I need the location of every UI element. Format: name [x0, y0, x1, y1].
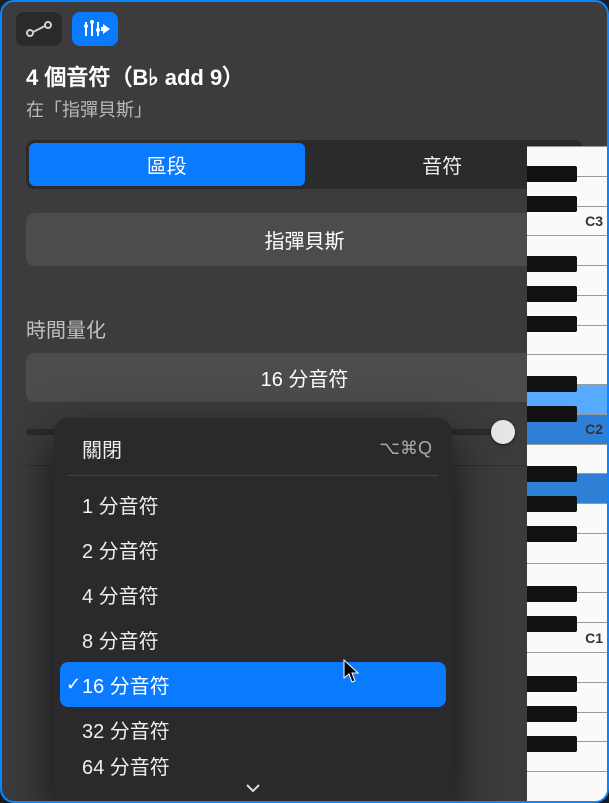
menu-more[interactable]: [54, 778, 452, 803]
menu-shortcut: ⌥⌘Q: [379, 438, 432, 459]
toolbar: [2, 2, 607, 54]
catch-button[interactable]: [72, 12, 118, 46]
menu-item-64[interactable]: 64 分音符: [54, 752, 452, 778]
black-key[interactable]: [527, 616, 577, 632]
black-key[interactable]: [527, 736, 577, 752]
automation-icon: [25, 20, 53, 38]
selection-subtitle: 在「指彈貝斯」: [2, 96, 607, 140]
piano-ruler[interactable]: C3 C2 C1: [527, 146, 607, 801]
black-key[interactable]: [527, 376, 577, 392]
white-key[interactable]: [527, 771, 607, 801]
black-key[interactable]: [527, 586, 577, 602]
menu-header[interactable]: 關閉 ⌥⌘Q: [54, 426, 452, 473]
quantize-value: 16 分音符: [40, 363, 569, 392]
menu-item-2[interactable]: 2 分音符: [54, 527, 452, 572]
menu-item-8[interactable]: 8 分音符: [54, 617, 452, 662]
menu-separator: [68, 475, 438, 476]
black-key[interactable]: [527, 706, 577, 722]
menu-item-4[interactable]: 4 分音符: [54, 572, 452, 617]
black-key[interactable]: [527, 286, 577, 302]
black-key[interactable]: [527, 676, 577, 692]
black-key[interactable]: [527, 526, 577, 542]
black-key[interactable]: [527, 466, 577, 482]
menu-item-16-label: 16 分音符: [82, 670, 170, 699]
black-key[interactable]: [527, 256, 577, 272]
menu-item-32[interactable]: 32 分音符: [54, 707, 452, 752]
menu-item-16[interactable]: ✓ 16 分音符: [60, 662, 446, 707]
quantize-menu: 關閉 ⌥⌘Q 1 分音符 2 分音符 4 分音符 8 分音符 ✓ 16 分音符 …: [54, 418, 452, 803]
black-key[interactable]: [527, 316, 577, 332]
black-key[interactable]: [527, 196, 577, 212]
patch-button[interactable]: 指彈貝斯: [26, 213, 583, 266]
quantize-label: 時間量化: [26, 314, 583, 343]
inspector-panel: 4 個音符（B♭ add 9） 在「指彈貝斯」 區段 音符 指彈貝斯 時間量化 …: [0, 0, 609, 803]
menu-item-1[interactable]: 1 分音符: [54, 482, 452, 527]
quantize-popup[interactable]: 16 分音符 ▴▾: [26, 353, 583, 402]
black-key[interactable]: [527, 166, 577, 182]
chevron-down-icon: [245, 783, 261, 793]
tab-bar: 區段 音符: [26, 140, 583, 189]
slider-knob[interactable]: [491, 420, 515, 444]
black-key[interactable]: [527, 496, 577, 512]
black-key[interactable]: [527, 406, 577, 422]
menu-off-label: 關閉: [82, 434, 379, 463]
selection-title: 4 個音符（B♭ add 9）: [2, 54, 607, 96]
automation-button[interactable]: [16, 12, 62, 46]
tab-segment[interactable]: 區段: [29, 143, 305, 186]
catch-icon: [80, 18, 110, 40]
check-icon: ✓: [66, 674, 81, 695]
